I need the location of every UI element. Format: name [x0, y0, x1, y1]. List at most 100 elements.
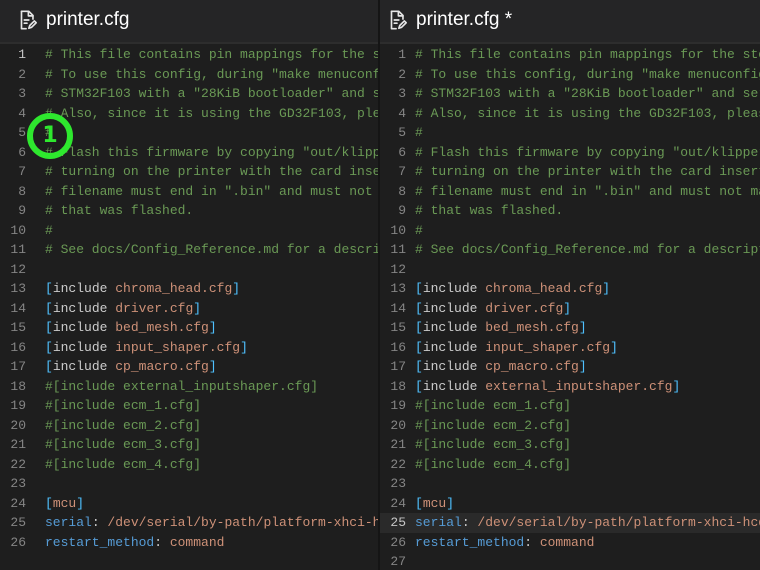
code-token: [ [415, 339, 423, 355]
code-line[interactable]: 14 [include driver.cfg] [380, 299, 760, 319]
code-line[interactable]: 2 # To use this config, during "make menu… [0, 65, 378, 85]
code-text: [include cp_macro.cfg] [45, 357, 217, 377]
code-line[interactable]: 10 # [0, 221, 378, 241]
code-line[interactable]: 22 #[include ecm_4.cfg] [380, 455, 760, 475]
code-token: #[include external_inputshaper.cfg] [45, 378, 319, 394]
code-line[interactable]: 17 [include cp_macro.cfg] [380, 357, 760, 377]
code-token: # To use this config, during "make menuc… [415, 66, 760, 82]
code-token: [ [45, 359, 53, 374]
code-line[interactable]: 13 [include chroma_head.cfg] [380, 279, 760, 299]
code-editor[interactable]: 1 # This file contains pin mappings for t… [380, 45, 760, 570]
code-token: include [52, 339, 116, 355]
code-line[interactable]: 12 [0, 260, 378, 280]
code-line[interactable]: 25 serial: /dev/serial/by-path/platform-x… [380, 513, 760, 533]
line-number: 22 [390, 456, 406, 472]
code-text: # [415, 123, 423, 143]
code-line[interactable]: 14 [include driver.cfg] [0, 299, 378, 319]
code-line[interactable]: 6 # Flash this firmware by copying "out/k… [380, 143, 760, 163]
code-line[interactable]: 1 # This file contains pin mappings for t… [380, 45, 760, 65]
code-line[interactable]: 3 # STM32F103 with a "28KiB bootloader" a… [0, 84, 378, 104]
code-line[interactable]: 8 # filename must end in ".bin" and must … [0, 182, 378, 202]
code-line[interactable]: 19 #[include ecm_1.cfg] [0, 396, 378, 416]
line-number: 24 [390, 495, 406, 511]
line-number: 16 [10, 339, 26, 355]
code-line[interactable]: 7 # turning on the printer with the card … [380, 162, 760, 182]
tab-bar-border [380, 42, 760, 44]
code-token: driver.cfg [485, 300, 564, 316]
code-text: # Also, since it is using the GD32F103, … [415, 104, 760, 124]
code-text: #[include ecm_2.cfg] [415, 416, 571, 436]
code-line[interactable]: 27 [380, 552, 760, 570]
code-line[interactable]: 23 [380, 474, 760, 494]
line-number: 12 [10, 261, 26, 277]
code-line[interactable]: 11 # See docs/Config_Reference.md for a d… [0, 240, 378, 260]
code-token: ] [602, 281, 611, 296]
code-token: : [154, 534, 170, 550]
code-line[interactable]: 17 [include cp_macro.cfg] [0, 357, 378, 377]
code-line[interactable]: 1 # This file contains pin mappings for t… [0, 45, 378, 65]
code-token: external_inputshaper.cfg [485, 378, 673, 394]
code-line[interactable]: 3 # STM32F103 with a "28KiB bootloader" a… [380, 84, 760, 104]
code-line[interactable]: 25 serial: /dev/serial/by-path/platform-x… [0, 513, 378, 533]
line-number: 27 [390, 554, 406, 569]
code-line[interactable]: 18 #[include external_inputshaper.cfg] [0, 377, 378, 397]
code-token: # Flash this firmware by copying "out/kl… [415, 144, 760, 160]
code-text: #[include ecm_1.cfg] [45, 396, 201, 416]
line-number: 16 [390, 339, 406, 355]
code-text: [include chroma_head.cfg] [45, 279, 240, 299]
code-line[interactable]: 12 [380, 260, 760, 280]
code-token: include [52, 320, 116, 335]
code-token: # that was flashed. [415, 203, 564, 218]
code-line[interactable]: 22 #[include ecm_4.cfg] [0, 455, 378, 475]
code-line[interactable]: 11 # See docs/Config_Reference.md for a d… [380, 240, 760, 260]
line-number: 21 [10, 437, 26, 452]
line-number: 19 [10, 398, 26, 413]
line-number: 2 [398, 66, 406, 82]
code-text: #[include ecm_4.cfg] [45, 455, 201, 475]
code-line[interactable]: 23 [0, 474, 378, 494]
line-number: 18 [10, 378, 26, 394]
code-token: chroma_head.cfg [115, 281, 233, 296]
code-token: # Also, since it is using the GD32F103, … [45, 105, 378, 121]
code-line[interactable]: 9 # that was flashed. [0, 201, 378, 221]
code-line[interactable]: 20 #[include ecm_2.cfg] [0, 416, 378, 436]
code-line[interactable]: 5 # [380, 123, 760, 143]
code-token: ] [578, 359, 587, 374]
code-line[interactable]: 19 #[include ecm_1.cfg] [380, 396, 760, 416]
code-line[interactable]: 18 [include external_inputshaper.cfg] [380, 377, 760, 397]
code-text: # [45, 221, 53, 241]
code-line[interactable]: 24 [mcu] [380, 494, 760, 514]
code-line[interactable]: 2 # To use this config, during "make menu… [380, 65, 760, 85]
code-line[interactable]: 9 # that was flashed. [380, 201, 760, 221]
code-text: #[include ecm_1.cfg] [415, 396, 571, 416]
line-number: 11 [390, 242, 406, 257]
code-line[interactable]: 21 #[include ecm_3.cfg] [0, 435, 378, 455]
tab-printer-cfg[interactable]: printer.cfg [16, 0, 129, 40]
code-line[interactable]: 24 [mcu] [0, 494, 378, 514]
code-line[interactable]: 15 [include bed_mesh.cfg] [380, 318, 760, 338]
code-token: include [422, 300, 486, 316]
code-token: [ [415, 378, 423, 394]
code-token: # To use this config, during "make menuc… [45, 66, 378, 82]
code-token: # See docs/Config_Reference.md for a des… [415, 242, 760, 257]
tab-printer-cfg-modified[interactable]: printer.cfg * [386, 0, 512, 40]
line-number: 4 [398, 105, 406, 121]
code-line[interactable]: 20 #[include ecm_2.cfg] [380, 416, 760, 436]
code-line[interactable]: 26 restart_method: command [0, 533, 378, 553]
code-token: #[include ecm_2.cfg] [415, 417, 572, 433]
code-line[interactable]: 16 [include input_shaper.cfg] [0, 338, 378, 358]
code-line[interactable]: 16 [include input_shaper.cfg] [380, 338, 760, 358]
code-line[interactable]: 8 # filename must end in ".bin" and must … [380, 182, 760, 202]
code-line[interactable]: 26 restart_method: command [380, 533, 760, 553]
code-line[interactable]: 13 [include chroma_head.cfg] [0, 279, 378, 299]
code-token: #[include ecm_3.cfg] [415, 437, 572, 452]
line-number: 3 [398, 86, 406, 101]
code-line[interactable]: 4 # Also, since it is using the GD32F103,… [380, 104, 760, 124]
code-line[interactable]: 21 #[include ecm_3.cfg] [380, 435, 760, 455]
code-line[interactable]: 15 [include bed_mesh.cfg] [0, 318, 378, 338]
code-text: #[include ecm_4.cfg] [415, 455, 571, 475]
code-line[interactable]: 7 # turning on the printer with the card … [0, 162, 378, 182]
code-token: ] [446, 495, 455, 511]
line-number: 2 [18, 66, 26, 82]
code-line[interactable]: 10 # [380, 221, 760, 241]
